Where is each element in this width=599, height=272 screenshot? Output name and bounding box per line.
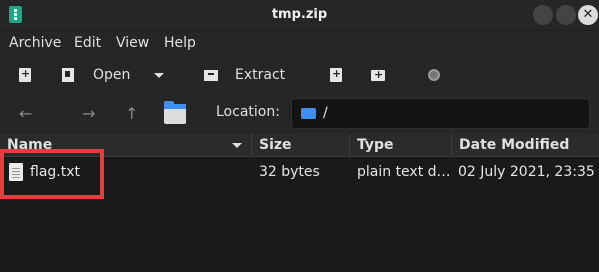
folder-icon xyxy=(301,108,316,119)
location-path: / xyxy=(323,105,328,121)
menu-view[interactable]: View xyxy=(116,35,149,51)
file-type: plain text d… xyxy=(357,164,451,180)
menu-edit[interactable]: Edit xyxy=(74,35,101,51)
column-date-label: Date Modified xyxy=(459,137,570,153)
minimize-button[interactable] xyxy=(533,5,553,25)
file-date-modified: 02 July 2021, 23:35 xyxy=(458,164,595,180)
forward-arrow-icon[interactable]: → xyxy=(82,104,95,123)
settings-icon[interactable] xyxy=(428,69,440,81)
annotation-highlight-box xyxy=(0,149,104,199)
title-bar: tmp.zip ✕ xyxy=(0,0,599,30)
maximize-button[interactable] xyxy=(556,5,576,25)
extract-button[interactable]: Extract xyxy=(235,67,285,83)
column-type-label: Type xyxy=(357,137,394,153)
column-type[interactable]: Type xyxy=(350,134,452,157)
window-title: tmp.zip xyxy=(271,7,328,22)
toolbar: Open Extract xyxy=(0,56,599,96)
extract-icon[interactable] xyxy=(204,70,218,81)
file-size: 32 bytes xyxy=(259,164,320,180)
location-input[interactable]: / xyxy=(291,98,590,129)
new-archive-icon[interactable] xyxy=(19,67,31,82)
open-button[interactable]: Open xyxy=(93,67,130,83)
open-icon[interactable] xyxy=(62,68,74,82)
up-arrow-icon[interactable]: ↑ xyxy=(125,104,138,123)
menu-help[interactable]: Help xyxy=(164,35,196,51)
menu-archive[interactable]: Archive xyxy=(9,35,61,51)
column-date-modified[interactable]: Date Modified xyxy=(452,134,599,157)
column-size-label: Size xyxy=(259,137,292,153)
menu-bar: Archive Edit View Help xyxy=(0,31,599,56)
back-arrow-icon[interactable]: ← xyxy=(19,104,32,123)
location-label: Location: xyxy=(216,104,280,120)
column-size[interactable]: Size xyxy=(252,134,350,157)
open-dropdown-icon[interactable] xyxy=(154,73,164,78)
close-button[interactable]: ✕ xyxy=(578,5,598,25)
sort-descending-icon[interactable] xyxy=(232,143,242,148)
add-files-icon[interactable] xyxy=(330,67,342,82)
add-folder-icon[interactable] xyxy=(371,68,385,81)
home-folder-icon[interactable] xyxy=(164,101,186,124)
